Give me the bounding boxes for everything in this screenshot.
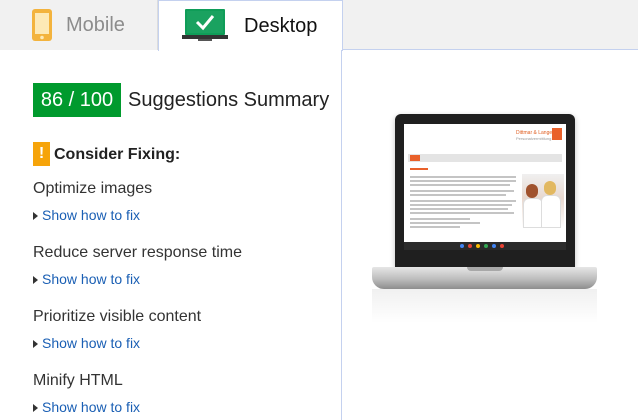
taskbar-app-icon xyxy=(500,244,504,248)
smartphone-icon xyxy=(32,9,52,41)
site-logo-subtitle: Personalvermittlung xyxy=(516,136,552,141)
site-text-line xyxy=(410,222,480,224)
results-panel: 86 / 100 Suggestions Summary ! Consider … xyxy=(0,50,342,420)
show-how-to-fix-link[interactable]: Show how to fix xyxy=(33,334,140,352)
caret-right-icon xyxy=(33,340,38,348)
caret-right-icon xyxy=(33,212,38,220)
taskbar-app-icon xyxy=(468,244,472,248)
rule-minify-html: Minify HTML Show how to fix xyxy=(33,371,333,420)
site-text-line xyxy=(410,212,514,214)
show-how-to-fix-label: Show how to fix xyxy=(42,271,141,287)
tab-desktop-label: Desktop xyxy=(244,15,318,37)
site-text-line xyxy=(410,180,516,182)
tab-desktop[interactable]: Desktop xyxy=(158,0,343,51)
summary-title: Suggestions Summary xyxy=(128,89,330,111)
photo-person xyxy=(541,195,561,228)
show-how-to-fix-link[interactable]: Show how to fix xyxy=(33,270,140,288)
rule-title: Reduce server response time xyxy=(33,244,242,261)
photo-person-head xyxy=(526,184,538,198)
tab-bar: Mobile Desktop xyxy=(0,0,638,51)
desktop-preview: Dittmar & Lange Personalvermittlung xyxy=(372,108,597,323)
rule-title: Minify HTML xyxy=(33,372,123,389)
show-how-to-fix-label: Show how to fix xyxy=(42,207,141,223)
taskbar-app-icon xyxy=(484,244,488,248)
show-how-to-fix-label: Show how to fix xyxy=(42,335,141,351)
taskbar-app-icon xyxy=(476,244,480,248)
site-nav-active xyxy=(410,155,420,161)
site-text-line xyxy=(410,200,516,202)
rule-optimize-images: Optimize images Show how to fix xyxy=(33,179,333,229)
pagespeed-results: Mobile Desktop 86 / 100 Suggestions Summ… xyxy=(0,0,638,420)
site-text-line xyxy=(410,176,516,178)
show-how-to-fix-link[interactable]: Show how to fix xyxy=(33,206,140,224)
site-heading-line xyxy=(410,168,428,170)
site-text-line xyxy=(410,204,512,206)
tab-mobile[interactable]: Mobile xyxy=(0,0,158,50)
taskbar-app-icon xyxy=(492,244,496,248)
site-text-line xyxy=(410,184,510,186)
caret-right-icon xyxy=(33,404,38,412)
score-badge: 86 / 100 xyxy=(33,83,121,117)
site-text-line xyxy=(410,194,506,196)
warning-icon: ! xyxy=(33,142,50,166)
laptop-lid: Dittmar & Lange Personalvermittlung xyxy=(395,114,575,267)
site-text-line xyxy=(410,190,514,192)
site-header: Dittmar & Lange Personalvermittlung xyxy=(404,124,566,150)
photo-person xyxy=(523,198,543,228)
site-logo-mark xyxy=(552,128,562,140)
taskbar-app-icon xyxy=(460,244,464,248)
rule-title: Optimize images xyxy=(33,180,153,197)
laptop-hinge xyxy=(467,267,503,271)
show-how-to-fix-link[interactable]: Show how to fix xyxy=(33,398,140,416)
consider-fixing-heading: Consider Fixing: xyxy=(54,146,181,163)
caret-right-icon xyxy=(33,276,38,284)
site-text-line xyxy=(410,208,508,210)
rule-title: Prioritize visible content xyxy=(33,308,202,325)
site-text-line xyxy=(410,218,470,220)
laptop-reflection xyxy=(372,289,597,323)
monitor-check-icon xyxy=(182,9,228,41)
rule-prioritize-visible-content: Prioritize visible content Show how to f… xyxy=(33,307,333,357)
site-text-line xyxy=(410,226,460,228)
page-screenshot: Dittmar & Lange Personalvermittlung xyxy=(404,124,566,250)
rule-reduce-server-response-time: Reduce server response time Show how to … xyxy=(33,243,333,293)
show-how-to-fix-label: Show how to fix xyxy=(42,399,141,415)
photo-person-head xyxy=(544,181,556,195)
tab-mobile-label: Mobile xyxy=(66,14,125,36)
site-nav xyxy=(408,154,562,162)
